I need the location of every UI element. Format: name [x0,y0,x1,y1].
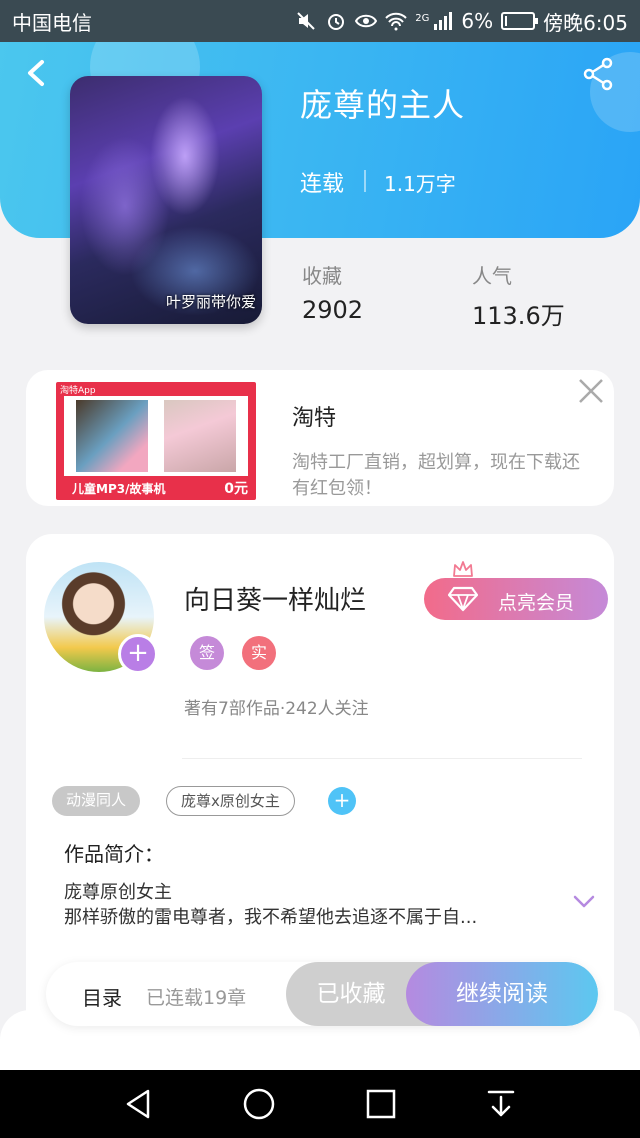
status-bar: 中国电信 2G 6% 傍晚6:05 [0,0,640,42]
triangle-back-icon [126,1089,150,1119]
verified-badge: 实 [242,636,276,670]
author-meta: 著有7部作品·242人关注 [184,699,369,719]
signal-icon [431,11,453,31]
book-title: 庞尊的主人 [300,86,466,124]
ad-product-image [76,400,148,472]
divider [182,758,582,759]
action-bar: 目录 已连载19章 已收藏 继续阅读 [46,962,598,1026]
pull-down-icon [487,1090,515,1117]
chevron-left-icon [28,60,44,86]
continue-reading-button[interactable]: 继续阅读 [406,962,598,1026]
nav-recents-button[interactable] [364,1087,398,1121]
ad-price: 0元 [224,481,248,497]
battery-icon [501,12,539,30]
close-icon [579,379,603,403]
wifi-icon [385,11,407,31]
divider [364,170,366,192]
eye-icon [355,11,378,31]
alarm-icon [325,11,347,31]
tag-keyword[interactable]: 庞尊x原创女主 [166,786,295,816]
intro-label: 作品简介： [64,842,164,866]
ad-product-image [164,400,236,472]
ad-card[interactable]: 淘特App 儿童MP3/故事机 0元 淘特 淘特工厂直销，超划算，现在下载还 有… [26,370,614,506]
chapter-count: 已连载19章 [146,987,247,1009]
cover-caption: 叶罗丽带你爱 [165,293,256,311]
network-type-label: 2G [415,12,430,24]
intro-text: 庞尊原创女主 那样骄傲的雷电尊者，我不希望他去追逐不属于自... [64,882,478,928]
favorites-count: 2902 [302,296,364,324]
chevron-down-icon [573,895,595,908]
expand-intro-button[interactable] [572,894,596,910]
follow-author-button[interactable]: + [118,634,158,674]
nav-notifications-button[interactable] [484,1087,518,1121]
vip-button-label: 点亮会员 [498,592,575,614]
signed-badge: 签 [190,636,224,670]
nav-home-button[interactable] [242,1087,276,1121]
back-button[interactable] [20,56,54,90]
system-nav-bar [0,1070,640,1138]
nav-back-button[interactable] [122,1087,156,1121]
share-button[interactable] [580,56,616,92]
table-of-contents-button[interactable]: 目录 [82,982,122,1011]
tag-category[interactable]: 动漫同人 [52,786,141,816]
battery-level-fill [505,16,508,26]
add-tag-button[interactable]: + [328,787,356,815]
ad-title: 淘特 [292,406,337,431]
popularity-count: 113.6万 [472,302,565,330]
ad-app-name: 淘特App [60,386,96,396]
ad-description: 淘特工厂直销，超划算，现在下载还 有红包领！ [292,452,580,499]
clock: 傍晚6:05 [543,10,628,35]
battery-percent: 6% [461,9,494,33]
circle-home-icon [243,1088,275,1120]
crown-icon [453,561,473,577]
popularity-label: 人气 [472,264,512,288]
square-recents-icon [366,1089,396,1119]
mute-icon [295,11,317,31]
diamond-icon [448,586,478,612]
share-icon [583,57,613,91]
ad-close-button[interactable] [578,378,604,404]
word-count: 1.1万字 [384,172,456,196]
ad-image[interactable]: 淘特App 儿童MP3/故事机 0元 [56,382,256,500]
vip-button[interactable]: 点亮会员 [424,561,608,620]
favorites-label: 收藏 [302,264,342,288]
book-cover[interactable]: 叶罗丽带你爱 [70,76,262,324]
serialization-status: 连载 [300,172,345,197]
author-name[interactable]: 向日葵一样灿烂 [184,580,366,617]
carrier-label: 中国电信 [12,10,92,35]
ad-product-panel [64,396,248,476]
ad-banner-text: 儿童MP3/故事机 [72,482,166,496]
